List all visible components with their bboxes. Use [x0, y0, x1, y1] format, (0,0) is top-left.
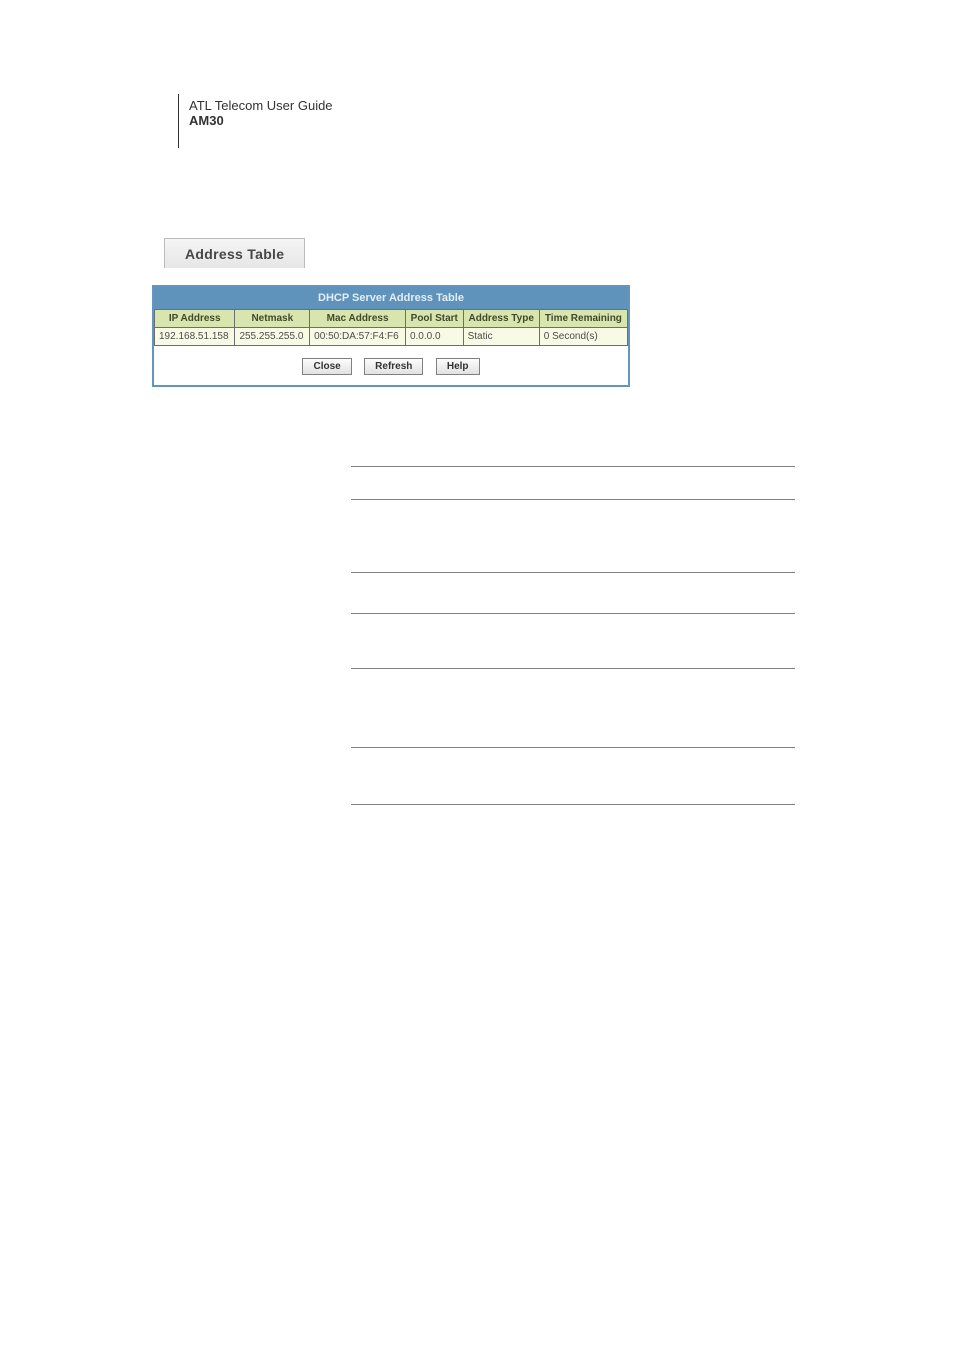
- table-header-row: IP Address Netmask Mac Address Pool Star…: [155, 310, 628, 328]
- horizontal-rules: [351, 466, 795, 805]
- table-cell-mac: 00:50:DA:57:F4:F6: [310, 328, 406, 346]
- col-time-remaining: Time Remaining: [539, 310, 627, 328]
- horizontal-rule: [351, 804, 795, 805]
- table-cell-netmask: 255.255.255.0: [235, 328, 310, 346]
- col-ip-address: IP Address: [155, 310, 235, 328]
- col-netmask: Netmask: [235, 310, 310, 328]
- horizontal-rule: [351, 466, 795, 467]
- panel-title: DHCP Server Address Table: [154, 287, 628, 309]
- dhcp-address-table-panel: DHCP Server Address Table IP Address Net…: [152, 285, 630, 387]
- tab-row: Address Table: [164, 238, 305, 268]
- tab-address-table[interactable]: Address Table: [164, 238, 305, 268]
- col-pool-start: Pool Start: [405, 310, 463, 328]
- table-row: 192.168.51.158255.255.255.000:50:DA:57:F…: [155, 328, 628, 346]
- doc-header-line1: ATL Telecom User Guide: [189, 98, 333, 113]
- doc-header: ATL Telecom User Guide AM30: [178, 94, 333, 148]
- horizontal-rule: [351, 613, 795, 614]
- horizontal-rule: [351, 572, 795, 573]
- table-cell-addr_type: Static: [463, 328, 539, 346]
- col-mac-address: Mac Address: [310, 310, 406, 328]
- doc-header-line2: AM30: [189, 113, 333, 128]
- horizontal-rule: [351, 499, 795, 500]
- table-cell-time_remaining: 0 Second(s): [539, 328, 627, 346]
- table-cell-pool_start: 0.0.0.0: [405, 328, 463, 346]
- dhcp-table: IP Address Netmask Mac Address Pool Star…: [154, 309, 628, 346]
- horizontal-rule: [351, 747, 795, 748]
- table-cell-ip: 192.168.51.158: [155, 328, 235, 346]
- refresh-button[interactable]: Refresh: [364, 358, 423, 375]
- horizontal-rule: [351, 668, 795, 669]
- col-address-type: Address Type: [463, 310, 539, 328]
- close-button[interactable]: Close: [302, 358, 351, 375]
- help-button[interactable]: Help: [436, 358, 480, 375]
- button-row: Close Refresh Help: [154, 346, 628, 385]
